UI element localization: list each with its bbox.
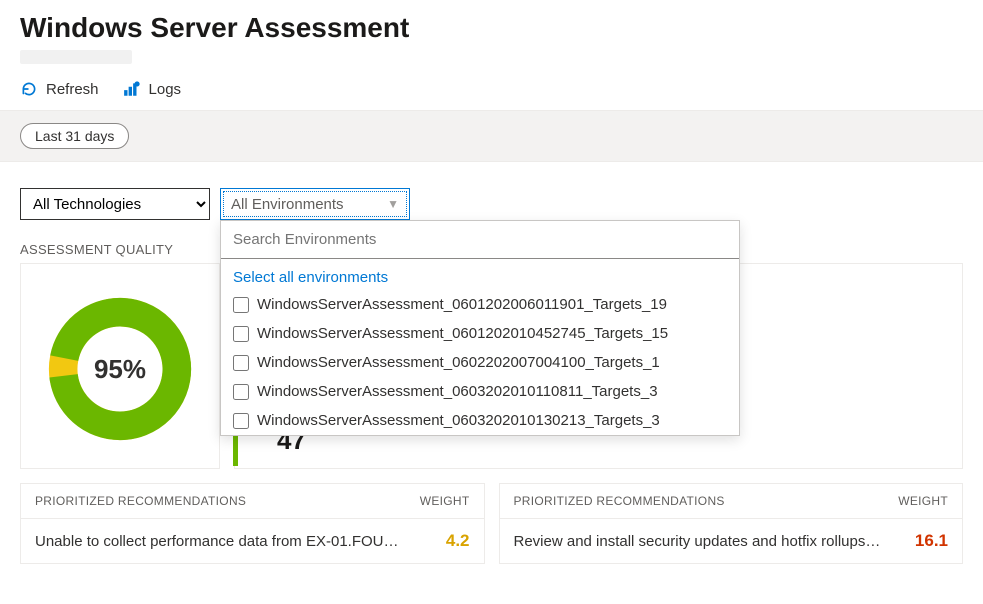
environments-dropdown-head[interactable]: All Environments ▼ — [220, 188, 410, 220]
logs-button[interactable]: Logs — [123, 80, 182, 98]
selector-row: All Technologies All Environments ▼ Sele… — [0, 162, 983, 220]
select-all-environments[interactable]: Select all environments — [221, 259, 739, 290]
environment-checkbox[interactable] — [233, 297, 249, 313]
subtitle-placeholder — [20, 50, 132, 64]
recommendation-card-right: PRIORITIZED RECOMMENDATIONS WEIGHT Revie… — [499, 483, 964, 564]
environment-option[interactable]: WindowsServerAssessment_0603202010130213… — [221, 406, 739, 435]
rec-header-title: PRIORITIZED RECOMMENDATIONS — [514, 494, 725, 508]
environment-checkbox[interactable] — [233, 413, 249, 429]
recommendation-row[interactable]: Unable to collect performance data from … — [21, 519, 484, 563]
environment-option[interactable]: WindowsServerAssessment_0601202010452745… — [221, 319, 739, 348]
environment-option-label: WindowsServerAssessment_0601202010452745… — [257, 325, 668, 342]
rec-header-weight: WEIGHT — [420, 494, 470, 508]
refresh-button[interactable]: Refresh — [20, 80, 99, 98]
time-range-pill[interactable]: Last 31 days — [20, 123, 129, 149]
recommendation-weight: 16.1 — [915, 531, 948, 551]
environment-option[interactable]: WindowsServerAssessment_0601202006011901… — [221, 290, 739, 319]
toolbar: Refresh Logs — [0, 64, 983, 110]
recommendation-row[interactable]: Review and install security updates and … — [500, 519, 963, 563]
recommendation-text: Unable to collect performance data from … — [35, 533, 411, 550]
refresh-label: Refresh — [46, 81, 99, 98]
recommendation-tables: PRIORITIZED RECOMMENDATIONS WEIGHT Unabl… — [0, 469, 983, 574]
environment-option[interactable]: WindowsServerAssessment_0602202007004100… — [221, 348, 739, 377]
recommendation-header: PRIORITIZED RECOMMENDATIONS WEIGHT — [500, 484, 963, 519]
recommendation-text: Review and install security updates and … — [514, 533, 893, 550]
environments-selected-label: All Environments — [231, 196, 344, 213]
recommendation-weight: 4.2 — [446, 531, 470, 551]
environment-option-label: WindowsServerAssessment_0603202010130213… — [257, 412, 660, 429]
recommendation-card-left: PRIORITIZED RECOMMENDATIONS WEIGHT Unabl… — [20, 483, 485, 564]
donut-center-label: 95% — [45, 294, 195, 444]
logs-icon — [123, 80, 141, 98]
environment-option-label: WindowsServerAssessment_0601202006011901… — [257, 296, 667, 313]
time-filter-bar: Last 31 days — [0, 110, 983, 162]
technologies-select[interactable]: All Technologies — [20, 188, 210, 220]
environment-checkbox[interactable] — [233, 326, 249, 342]
quality-donut-chart: 95% — [45, 294, 195, 444]
environment-checkbox[interactable] — [233, 384, 249, 400]
refresh-icon — [20, 80, 38, 98]
quality-card: 95% — [20, 263, 220, 469]
environment-checkbox[interactable] — [233, 355, 249, 371]
page-title: Windows Server Assessment — [0, 0, 983, 50]
logs-label: Logs — [149, 81, 182, 98]
rec-header-title: PRIORITIZED RECOMMENDATIONS — [35, 494, 246, 508]
rec-header-weight: WEIGHT — [898, 494, 948, 508]
environment-option-label: WindowsServerAssessment_0602202007004100… — [257, 354, 660, 371]
environment-option[interactable]: WindowsServerAssessment_0603202010110811… — [221, 377, 739, 406]
chevron-down-icon: ▼ — [387, 197, 399, 211]
environments-dropdown[interactable]: All Environments ▼ Select all environmen… — [220, 188, 410, 220]
recommendation-header: PRIORITIZED RECOMMENDATIONS WEIGHT — [21, 484, 484, 519]
environment-option-label: WindowsServerAssessment_0603202010110811… — [257, 383, 658, 400]
environments-search-input[interactable] — [221, 221, 739, 259]
environments-dropdown-panel: Select all environments WindowsServerAss… — [220, 220, 740, 436]
